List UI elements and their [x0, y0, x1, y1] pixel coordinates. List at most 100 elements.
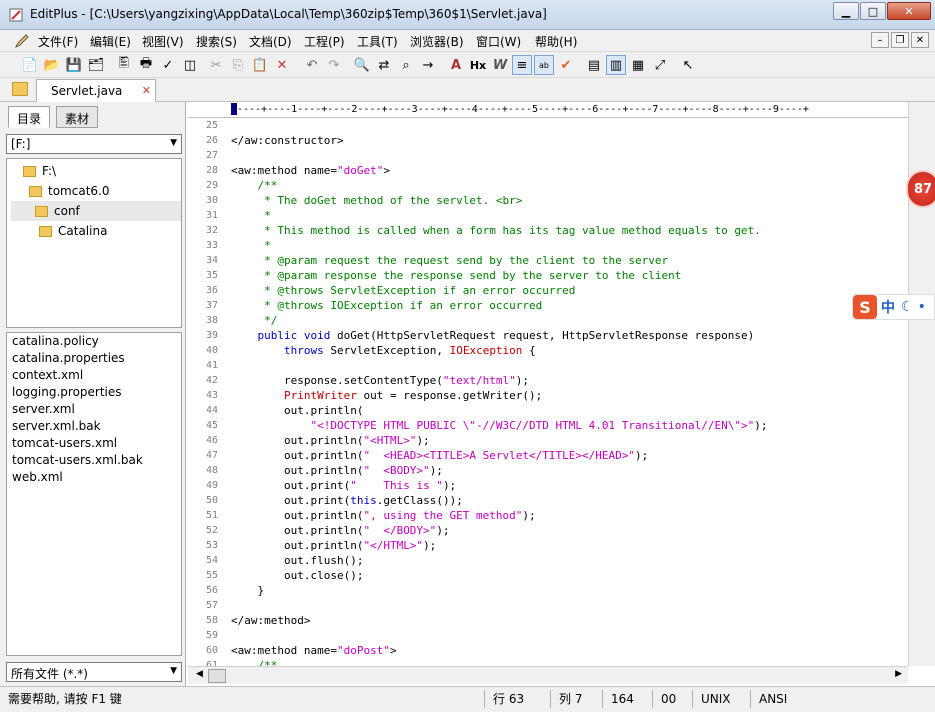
code-line[interactable]: out.println(" <HEAD><TITLE>A Servlet</TI… — [231, 448, 908, 463]
tab-servlet-java[interactable]: Servlet.java ✕ — [36, 79, 156, 102]
code-line[interactable]: out.println("<HTML>"); — [231, 433, 908, 448]
code-line[interactable]: throws ServletException, IOException { — [231, 343, 908, 358]
drive-select[interactable]: [F:] ▼ — [6, 134, 182, 154]
maximize-button[interactable]: □ — [860, 2, 886, 20]
list-item[interactable]: server.xml.bak — [7, 418, 181, 435]
replace-icon[interactable]: ⇄ — [374, 55, 394, 75]
minimize-button[interactable]: ▁ — [833, 2, 859, 20]
moon-icon[interactable]: ☾ — [901, 299, 914, 315]
menu-help[interactable]: 帮助(H) — [535, 33, 577, 50]
find-in-files-icon[interactable]: ⌕ — [396, 55, 416, 75]
word-wrap-icon[interactable]: W — [490, 55, 510, 75]
output-window-icon[interactable]: ▦ — [628, 55, 648, 75]
save-all-icon[interactable]: 🗂 — [86, 55, 106, 75]
save-icon[interactable]: 💾 — [64, 55, 84, 75]
code-line[interactable] — [231, 358, 908, 373]
tab-directory[interactable]: 目录 — [8, 106, 51, 128]
menu-file[interactable]: 文件(F) — [38, 33, 78, 50]
code-line[interactable]: out.println(" <BODY>"); — [231, 463, 908, 478]
doc-restore-button[interactable]: ❐ — [891, 32, 909, 48]
code-line[interactable]: "<!DOCTYPE HTML PUBLIC \"-//W3C//DTD HTM… — [231, 418, 908, 433]
menu-browser[interactable]: 浏览器(B) — [410, 33, 464, 50]
goto-line-icon[interactable]: → — [418, 55, 438, 75]
redo-icon[interactable]: ↷ — [324, 55, 344, 75]
tree-item[interactable]: F:\ — [23, 161, 56, 181]
file-filter-select[interactable]: 所有文件 (*.*) ▼ — [6, 662, 182, 682]
menu-window[interactable]: 窗口(W) — [476, 33, 521, 50]
code-line[interactable]: <aw:method name="doGet"> — [231, 163, 908, 178]
list-item[interactable]: context.xml — [7, 367, 181, 384]
menu-project[interactable]: 工程(P) — [304, 33, 345, 50]
html-preview-icon[interactable]: ◫ — [180, 55, 200, 75]
code-line[interactable]: out.println("</HTML>"); — [231, 538, 908, 553]
list-item[interactable]: logging.properties — [7, 384, 181, 401]
font-icon[interactable]: A — [446, 55, 466, 75]
tab-close-icon[interactable]: ✕ — [142, 84, 151, 97]
code-line[interactable]: out.println(", using the GET method"); — [231, 508, 908, 523]
code-line[interactable]: */ — [231, 313, 908, 328]
code-line[interactable]: out.close(); — [231, 568, 908, 583]
cut-icon[interactable]: ✂ — [206, 55, 226, 75]
scroll-left-icon[interactable]: ◀ — [196, 669, 203, 679]
list-item[interactable]: catalina.properties — [7, 350, 181, 367]
spellcheck-icon[interactable]: ✓ — [158, 55, 178, 75]
doc-close-button[interactable]: ✕ — [911, 32, 929, 48]
code-line[interactable] — [231, 148, 908, 163]
code-line[interactable]: out.print(" This is "); — [231, 478, 908, 493]
print-preview-icon[interactable]: 🖺 — [114, 55, 134, 75]
tree-item[interactable]: tomcat6.0 — [29, 181, 109, 201]
code-line[interactable]: * @throws ServletException if an error o… — [231, 283, 908, 298]
cliptext-window-icon[interactable]: ▥ — [606, 55, 626, 75]
print-icon[interactable]: 🖶 — [136, 55, 156, 75]
delete-icon[interactable]: ✕ — [272, 55, 292, 75]
help-pointer-icon[interactable]: ↖ — [678, 55, 698, 75]
code-line[interactable]: </aw:constructor> — [231, 133, 908, 148]
ime-mode[interactable]: 中 — [881, 297, 895, 317]
scroll-right-icon[interactable]: ▶ — [895, 669, 902, 679]
floating-monitor-badge[interactable]: 87 — [906, 170, 935, 208]
scroll-thumb[interactable] — [208, 669, 226, 683]
doc-minimize-button[interactable]: – — [871, 32, 889, 48]
code-line[interactable] — [231, 598, 908, 613]
code-line[interactable]: PrintWriter out = response.getWriter(); — [231, 388, 908, 403]
find-icon[interactable]: 🔍 — [352, 55, 372, 75]
code-line[interactable]: /** — [231, 178, 908, 193]
menu-document[interactable]: 文档(D) — [249, 33, 292, 50]
folder-icon[interactable] — [12, 82, 28, 96]
copy-icon[interactable]: ⎘ — [228, 55, 248, 75]
directory-window-icon[interactable]: ▤ — [584, 55, 604, 75]
code-line[interactable]: } — [231, 583, 908, 598]
menu-search[interactable]: 搜索(S) — [196, 33, 237, 50]
tree-item-selected[interactable]: conf — [11, 201, 181, 221]
code-line[interactable] — [231, 628, 908, 643]
code-line[interactable]: * @throws IOException if an error occurr… — [231, 298, 908, 313]
line-number-icon[interactable]: ≡ — [512, 55, 532, 75]
close-button[interactable]: ✕ — [887, 2, 931, 20]
fullscreen-icon[interactable]: ⤢ — [650, 55, 670, 75]
menu-tools[interactable]: 工具(T) — [357, 33, 398, 50]
list-item[interactable]: tomcat-users.xml.bak — [7, 452, 181, 469]
list-item[interactable]: catalina.policy — [7, 333, 181, 350]
code-line[interactable]: out.println( — [231, 403, 908, 418]
tab-cliptext[interactable]: 素材 — [56, 106, 99, 128]
open-file-icon[interactable]: 📂 — [42, 55, 62, 75]
code-line[interactable]: /** — [231, 658, 908, 666]
code-line[interactable]: out.println(" </BODY>"); — [231, 523, 908, 538]
hex-view-icon[interactable]: Hx — [468, 55, 488, 75]
code-line[interactable]: out.flush(); — [231, 553, 908, 568]
code-line[interactable] — [231, 118, 908, 133]
ruler-icon[interactable]: ab — [534, 55, 554, 75]
code-text-area[interactable]: </aw:constructor> <aw:method name="doGet"… — [231, 118, 908, 666]
code-line[interactable]: out.print(this.getClass()); — [231, 493, 908, 508]
tree-item[interactable]: Catalina — [39, 221, 107, 241]
code-line[interactable]: * @param request the request send by the… — [231, 253, 908, 268]
code-line[interactable]: public void doGet(HttpServletRequest req… — [231, 328, 908, 343]
punctuation-icon[interactable]: • — [918, 299, 926, 315]
code-line[interactable]: * — [231, 238, 908, 253]
horizontal-scrollbar[interactable]: ◀ ▶ — [188, 666, 908, 684]
code-line[interactable]: * The doGet method of the servlet. <br> — [231, 193, 908, 208]
code-line[interactable]: response.setContentType("text/html"); — [231, 373, 908, 388]
ime-toolbar[interactable]: S 中 ☾ • — [852, 294, 935, 320]
undo-icon[interactable]: ↶ — [302, 55, 322, 75]
list-item[interactable]: server.xml — [7, 401, 181, 418]
